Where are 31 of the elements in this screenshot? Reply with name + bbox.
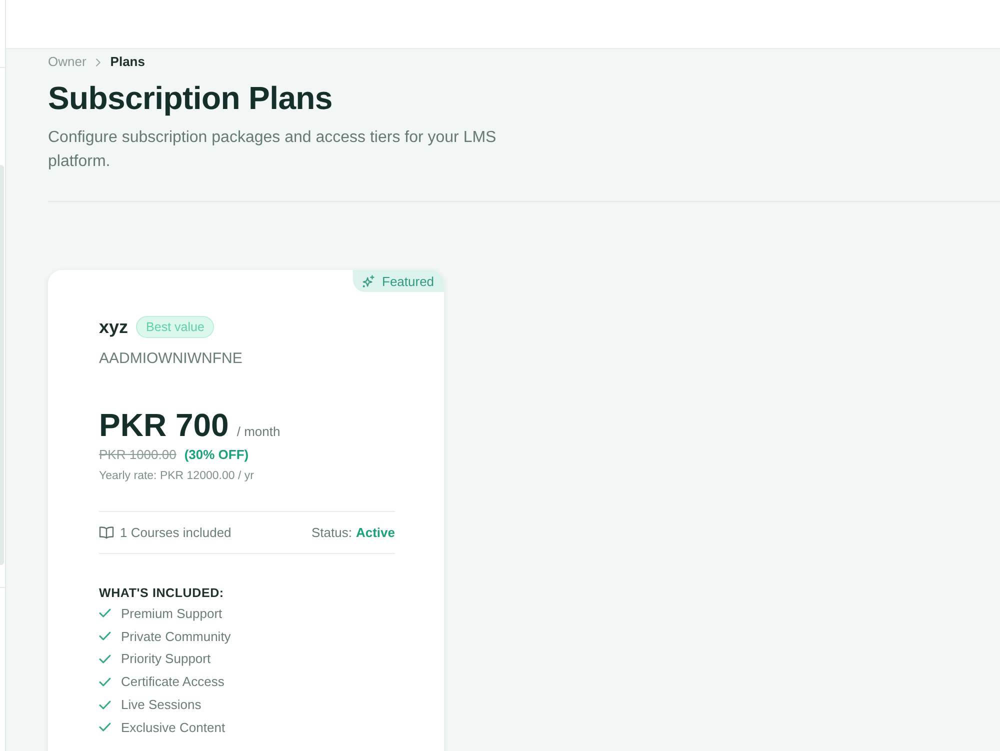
check-icon [99, 608, 111, 618]
sparkle-icon [362, 274, 375, 288]
page-title: Subscription Plans [48, 79, 334, 117]
courses-count-text: 1 Courses included [120, 524, 232, 541]
plan-code: AADMIOWNIWNFNE [99, 349, 244, 369]
page-subtitle: Configure subscription packages and access tiers for your LMS platform. [48, 128, 498, 172]
book-icon [99, 526, 114, 539]
discount-label: (30% OFF) [184, 446, 249, 464]
check-icon [99, 700, 111, 710]
feature-text: Live Sessions [121, 696, 202, 714]
check-icon [99, 631, 111, 642]
check-icon [99, 654, 111, 664]
featured-label: Featured [382, 274, 434, 288]
chevron-right-icon [95, 58, 102, 66]
features-heading: WHAT'S INCLUDED: [99, 585, 225, 601]
feature-text: Private Community [121, 628, 231, 645]
feature-text: Premium Support [121, 604, 222, 622]
check-icon [99, 676, 111, 687]
price-period: / month [236, 424, 280, 439]
price-amount: PKR 700 [99, 406, 229, 444]
breadcrumb-link[interactable]: Plans [110, 54, 145, 70]
feature-text: Certificate Access [121, 673, 224, 690]
plan-name: xyz [99, 316, 128, 338]
status-label: Status: [312, 524, 352, 541]
yearly-rate-text: Yearly rate: PKR 12000.00 / yr [99, 469, 255, 484]
feature-text: Exclusive Content [121, 718, 226, 736]
best-value-tag: Best value [136, 316, 214, 338]
check-icon [99, 722, 111, 732]
feature-text: Priority Support [121, 650, 211, 668]
original-price: PKR 1000.00 [99, 446, 176, 464]
status-value: Active [356, 524, 395, 541]
